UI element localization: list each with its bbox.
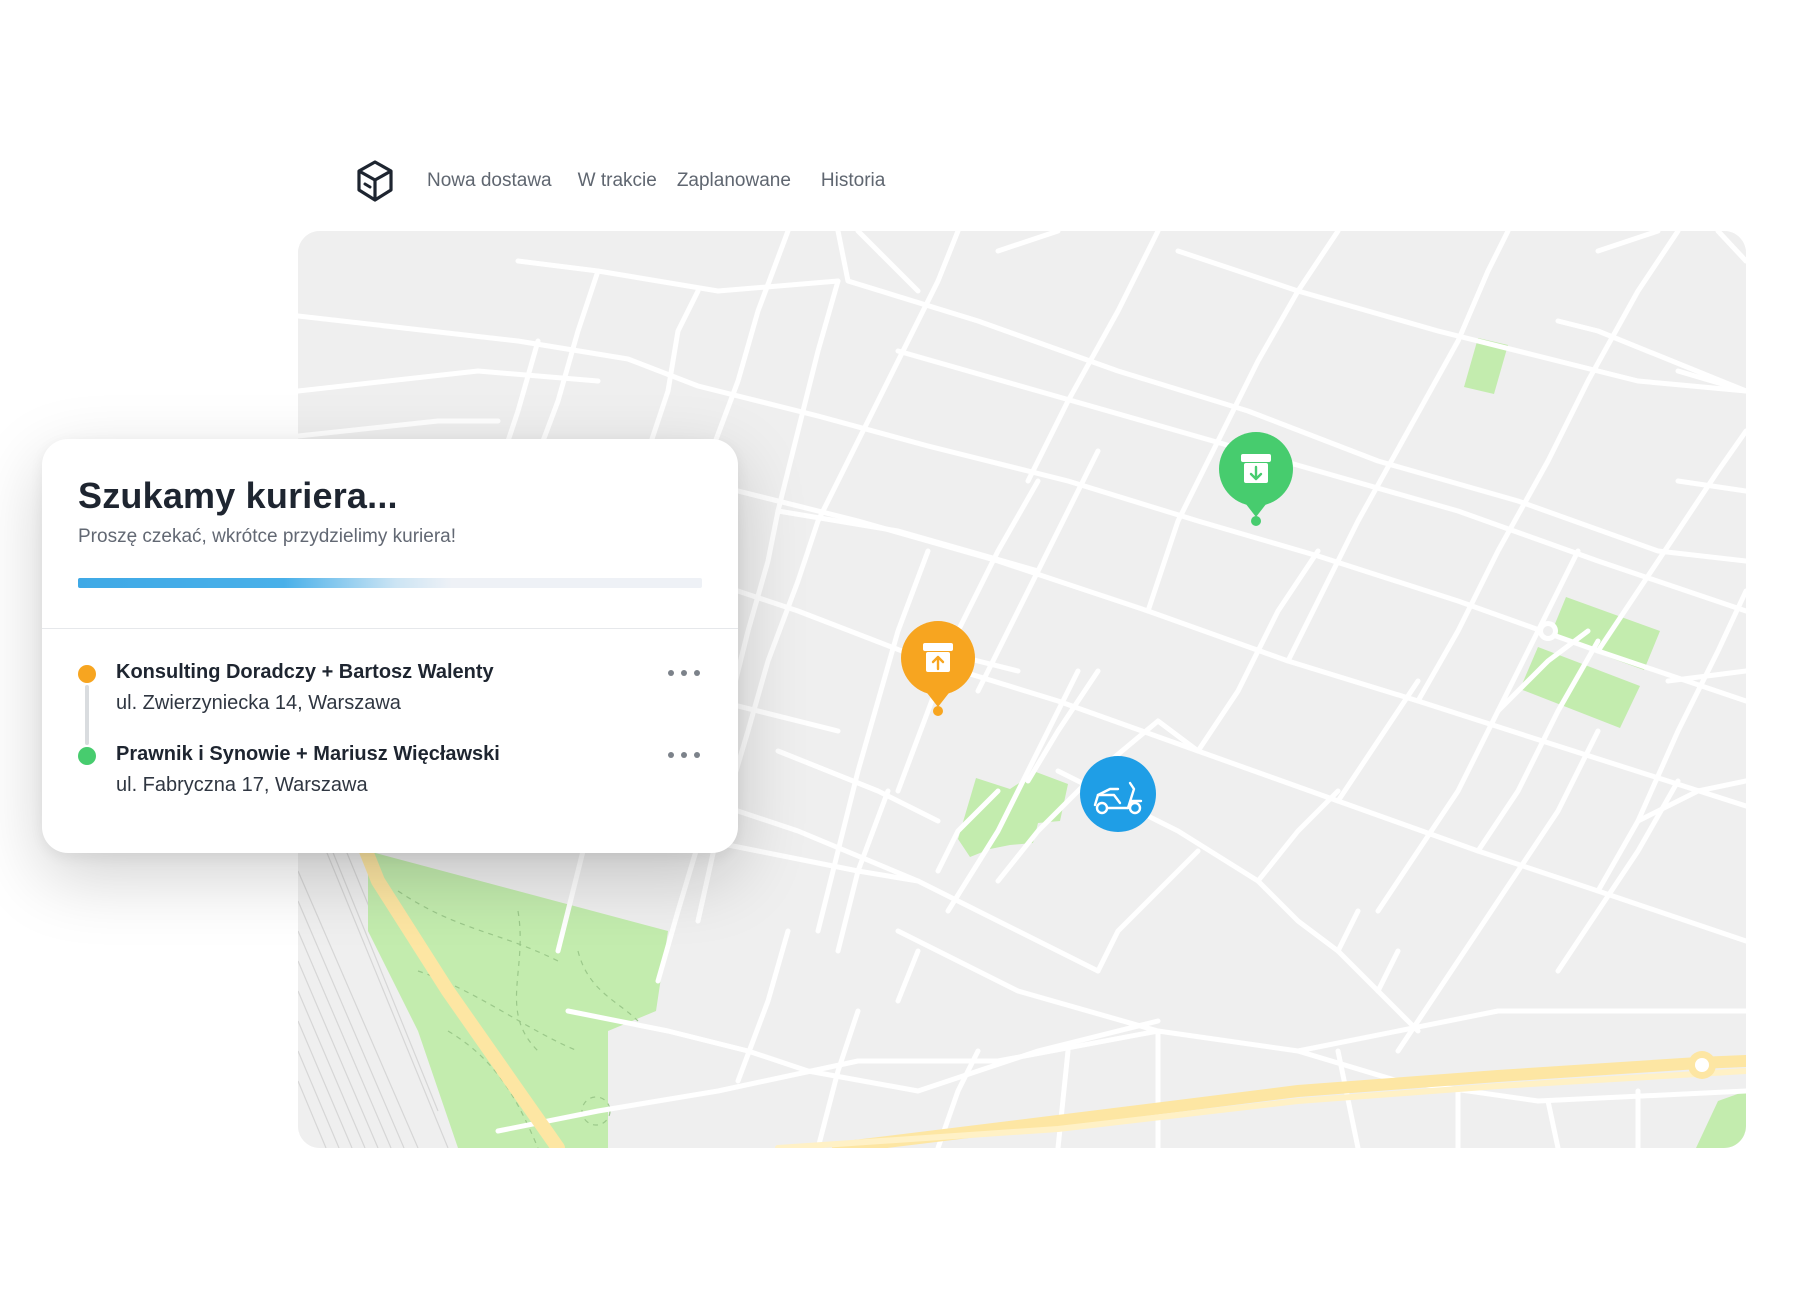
nav-new-delivery[interactable]: Nowa dostawa: [427, 170, 552, 192]
courier-marker[interactable]: [1080, 756, 1156, 832]
stop-address: ul. Fabryczna 17, Warszawa: [116, 774, 368, 796]
more-horizontal-icon[interactable]: [668, 750, 700, 760]
courier-search-card: Szukamy kuriera... Proszę czekać, wkrótc…: [42, 439, 738, 853]
nav-in-progress[interactable]: W trakcie: [578, 170, 657, 192]
package-box-icon[interactable]: [355, 159, 395, 203]
stop-dropoff[interactable]: Prawnik i Synowie + Mariusz Więcławski u…: [116, 743, 676, 797]
stop-pickup[interactable]: Konsulting Doradczy + Bartosz Walenty ul…: [116, 661, 676, 715]
dropoff-dot-icon: [78, 747, 96, 765]
card-title: Szukamy kuriera...: [78, 475, 398, 516]
search-progress-fill: [78, 578, 453, 588]
stop-address: ul. Zwierzyniecka 14, Warszawa: [116, 692, 401, 714]
search-progress-bar: [78, 578, 702, 588]
nav-history[interactable]: Historia: [821, 170, 885, 192]
nav-scheduled[interactable]: Zaplanowane: [677, 170, 791, 192]
route-connector: [85, 685, 89, 745]
pickup-dot-icon: [78, 665, 96, 683]
stop-name: Prawnik i Synowie + Mariusz Więcławski: [116, 743, 500, 765]
box-upload-icon: [923, 643, 953, 672]
box-download-icon: [1241, 454, 1271, 483]
more-horizontal-icon[interactable]: [668, 668, 700, 678]
top-nav: Nowa dostawa W trakcie Zaplanowane Histo…: [355, 158, 911, 204]
stop-name: Konsulting Doradczy + Bartosz Walenty: [116, 661, 494, 683]
card-divider: [42, 628, 738, 629]
card-subtitle: Proszę czekać, wkrótce przydzielimy kuri…: [78, 526, 456, 547]
